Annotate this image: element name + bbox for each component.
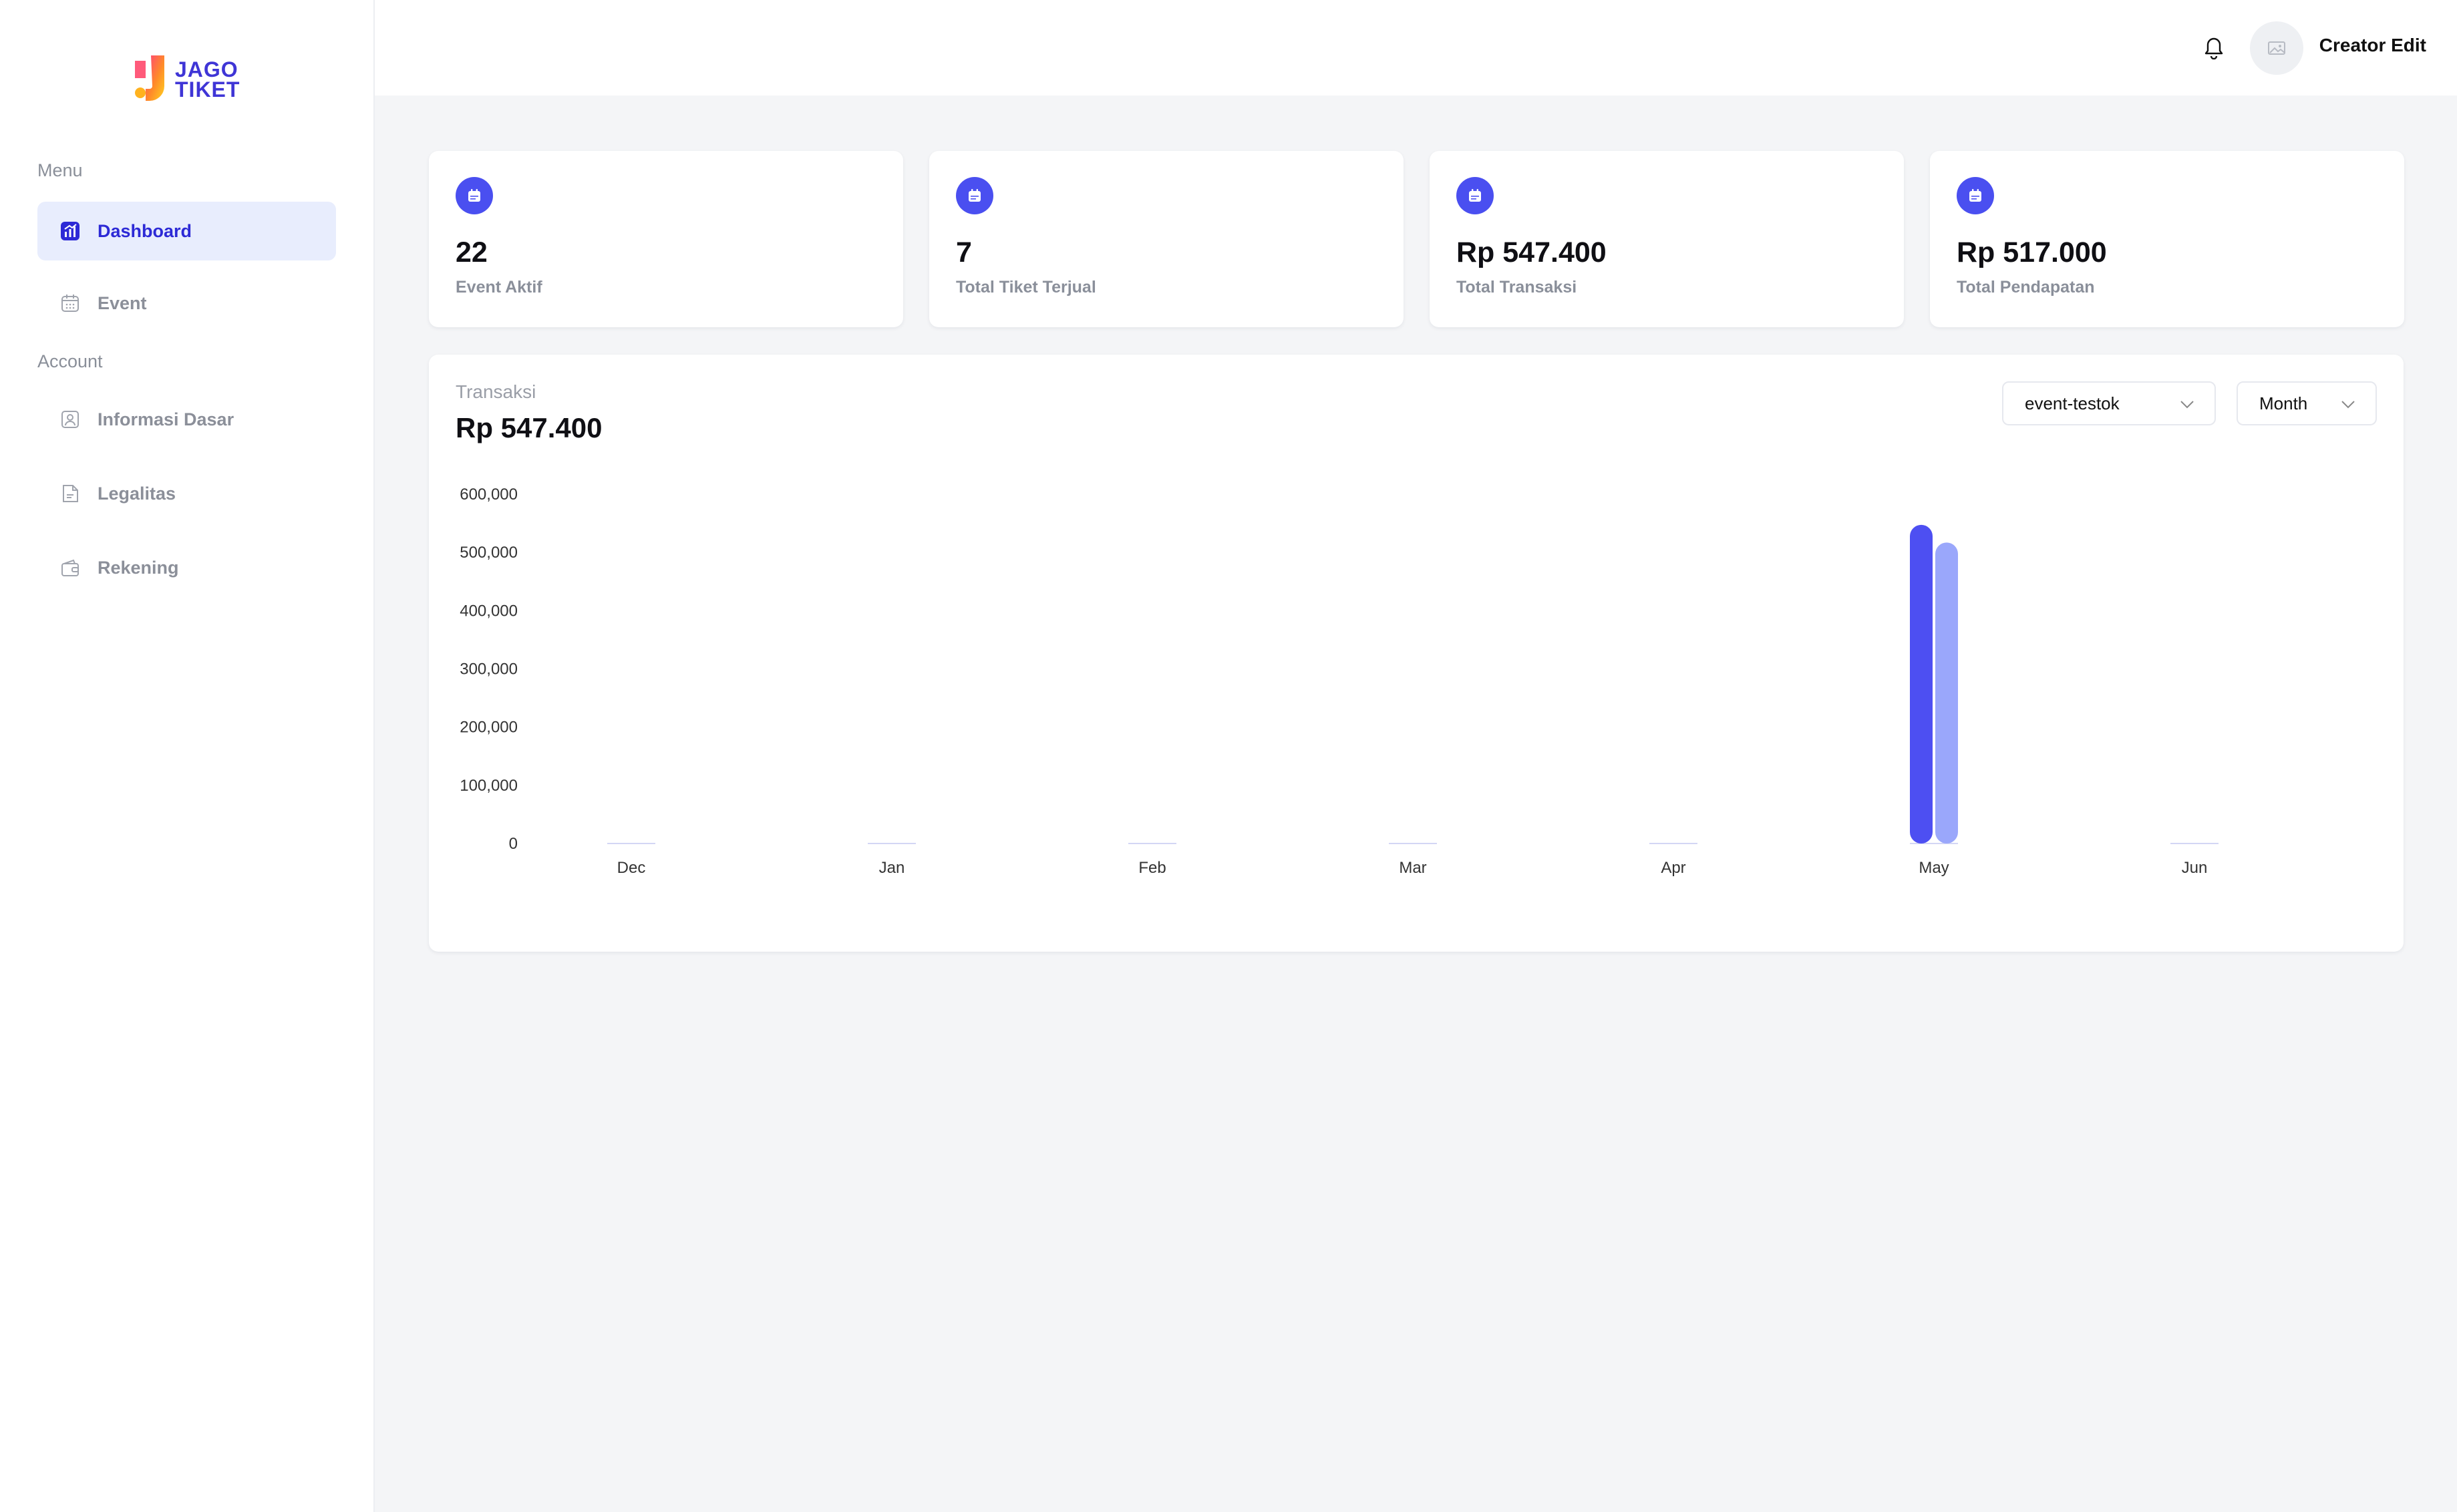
sidebar-item-label: Legalitas — [98, 483, 176, 504]
logo-mark-icon — [135, 55, 164, 101]
x-tick-label: Jun — [2182, 859, 2208, 877]
menu-section-label: Menu — [37, 160, 83, 180]
stat-value: 7 — [956, 236, 972, 268]
stat-label: Total Transaksi — [1456, 278, 1577, 297]
calendar-icon — [1957, 177, 1994, 214]
sidebar: JAGO TIKET Menu Dashboard Event Account … — [0, 0, 375, 1512]
account-section-label: Account — [37, 351, 103, 371]
sidebar-item-informasi-dasar[interactable]: Informasi Dasar — [37, 390, 336, 449]
x-tick-label: Feb — [1138, 859, 1166, 877]
logo-line-2: TIKET — [175, 77, 240, 102]
stat-card-total-transaksi: Rp 547.400 Total Transaksi — [1430, 151, 1904, 327]
calendar-icon — [1456, 177, 1494, 214]
y-tick-label: 500,000 — [460, 544, 518, 562]
sidebar-item-rekening[interactable]: Rekening — [37, 538, 336, 597]
avatar[interactable] — [2250, 21, 2303, 75]
stat-label: Total Tiket Terjual — [956, 278, 1096, 297]
bell-icon[interactable] — [2200, 35, 2227, 61]
y-tick-label: 0 — [509, 835, 518, 853]
stat-card-total-pendapatan: Rp 517.000 Total Pendapatan — [1930, 151, 2404, 327]
x-tick-label: Apr — [1661, 859, 1685, 877]
sidebar-item-event[interactable]: Event — [37, 274, 336, 333]
bar-may-series-1[interactable] — [1910, 524, 1933, 843]
calendar-icon — [956, 177, 993, 214]
document-icon — [59, 482, 81, 505]
stat-label: Event Aktif — [456, 278, 542, 297]
transaksi-bar-chart: 0 100,000 200,000 300,000 400,000 500,000 600,… — [460, 486, 2219, 877]
sidebar-item-label: Event — [98, 293, 147, 313]
y-tick-label: 200,000 — [460, 719, 518, 737]
stat-card-event-aktif: 22 Event Aktif — [429, 151, 903, 327]
stat-value: Rp 517.000 — [1957, 236, 2107, 268]
logo-line-1: JAGO — [175, 57, 238, 81]
sidebar-item-dashboard[interactable]: Dashboard — [37, 202, 336, 260]
sidebar-item-label: Dashboard — [98, 220, 192, 241]
x-tick-label: Dec — [617, 859, 646, 877]
y-tick-label: 400,000 — [460, 602, 518, 620]
stat-value: Rp 547.400 — [1456, 236, 1607, 268]
x-tick-label: Jan — [879, 859, 905, 877]
sidebar-item-label: Rekening — [98, 557, 179, 578]
stat-value: 22 — [456, 236, 488, 268]
image-placeholder-icon — [2268, 41, 2285, 55]
sidebar-item-label: Informasi Dasar — [98, 409, 234, 429]
user-card-icon — [59, 408, 81, 431]
logo-wordmark: JAGO TIKET — [175, 59, 240, 100]
chart-icon — [59, 220, 81, 242]
top-header: Creator Edit — [375, 0, 2457, 96]
brand-logo[interactable]: JAGO TIKET — [131, 52, 244, 107]
x-tick-label: May — [1919, 859, 1949, 877]
sidebar-item-legalitas[interactable]: Legalitas — [37, 464, 336, 523]
app-root: JAGO TIKET Menu Dashboard Event Account … — [0, 0, 2457, 1512]
calendar-icon — [59, 292, 81, 315]
y-tick-label: 600,000 — [460, 486, 518, 504]
transaksi-panel: Transaksi Rp 547.400 event-testok Month … — [429, 355, 2404, 952]
stat-label: Total Pendapatan — [1957, 278, 2095, 297]
stat-card-total-tiket-terjual: 7 Total Tiket Terjual — [929, 151, 1404, 327]
x-tick-label: Mar — [1399, 859, 1426, 877]
y-tick-label: 100,000 — [460, 777, 518, 795]
user-name[interactable]: Creator Edit — [2319, 35, 2426, 56]
wallet-icon — [59, 556, 81, 579]
y-tick-label: 300,000 — [460, 660, 518, 679]
bar-may-series-2[interactable] — [1935, 542, 1958, 843]
calendar-icon — [456, 177, 493, 214]
